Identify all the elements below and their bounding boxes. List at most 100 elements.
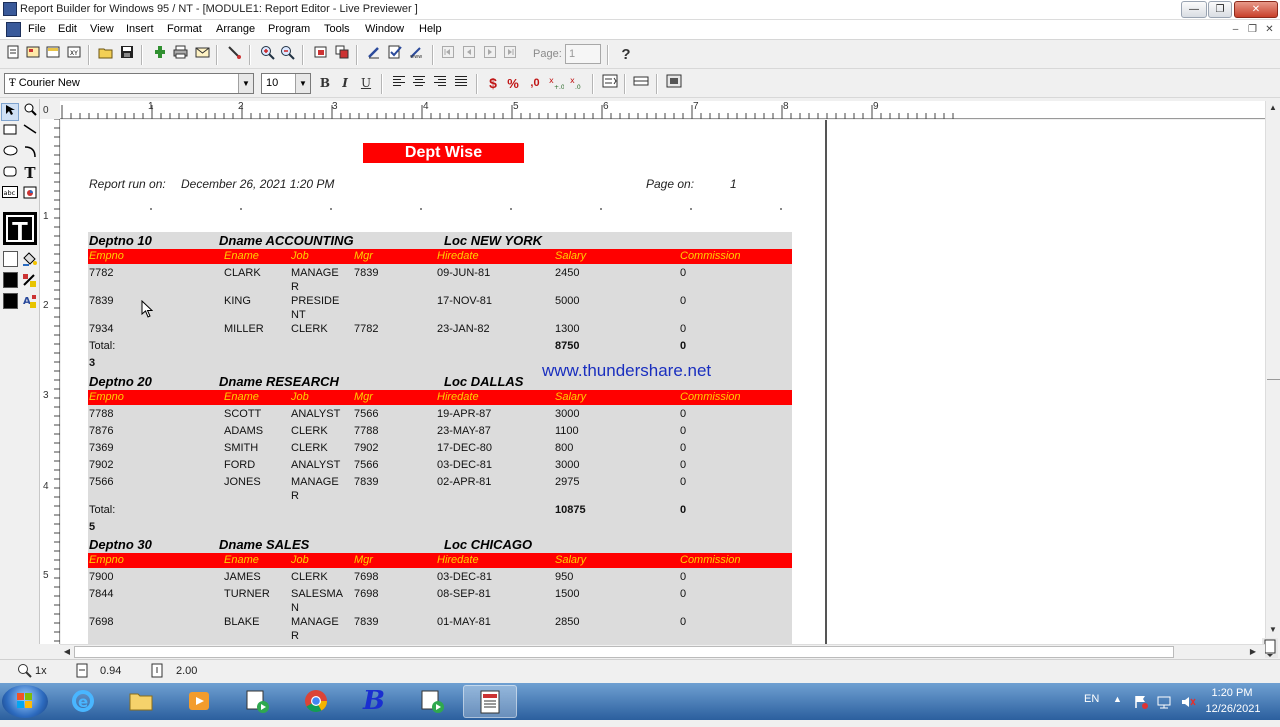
scroll-thumb[interactable] — [1267, 379, 1280, 383]
run-report-icon[interactable] — [150, 45, 170, 65]
menu-arrange[interactable]: Arrange — [216, 23, 255, 35]
menu-program[interactable]: Program — [268, 23, 310, 35]
group-loc[interactable]: Loc CHICAGO — [444, 537, 532, 552]
mdi-close-button[interactable]: ✕ — [1262, 23, 1277, 37]
rounded-rectangle-icon[interactable] — [1, 165, 19, 183]
cut-icon[interactable] — [224, 45, 244, 65]
taskbar-chrome-icon[interactable] — [289, 685, 343, 718]
remove-decimal-icon[interactable]: x .0 — [567, 74, 587, 94]
justify-icon[interactable] — [451, 74, 471, 94]
network-icon[interactable] — [1156, 694, 1172, 710]
group-deptno[interactable]: Deptno 30 — [89, 537, 152, 552]
chevron-down-icon[interactable]: ▼ — [295, 74, 310, 93]
first-page-icon[interactable] — [438, 45, 458, 65]
menu-window[interactable]: Window — [365, 23, 404, 35]
language-indicator[interactable]: EN — [1084, 693, 1099, 705]
pencil-edit-icon[interactable] — [364, 45, 384, 65]
next-page-icon[interactable] — [480, 45, 500, 65]
menu-view[interactable]: View — [90, 23, 114, 35]
chart-tool-icon[interactable] — [21, 186, 39, 204]
menu-format[interactable]: Format — [167, 23, 202, 35]
maximize-button[interactable]: ❐ — [1208, 1, 1232, 18]
start-button[interactable] — [2, 685, 48, 718]
print-icon[interactable] — [170, 45, 190, 65]
percent-format-button[interactable]: % — [503, 74, 523, 94]
scroll-left-icon[interactable]: ◀ — [62, 647, 72, 657]
bring-forward-icon[interactable] — [332, 45, 352, 65]
open-folder-icon[interactable] — [95, 45, 115, 65]
group-loc[interactable]: Loc NEW YORK — [444, 233, 542, 248]
scroll-thumb[interactable] — [74, 646, 1174, 658]
select-parent-frame-icon[interactable] — [311, 45, 331, 65]
group-dname[interactable]: Dname RESEARCH — [219, 374, 339, 389]
flag-icon[interactable] — [1133, 694, 1149, 710]
parameter-form-icon[interactable]: XY — [64, 45, 84, 65]
scroll-down-icon[interactable]: ▼ — [1268, 625, 1278, 635]
align-left-icon[interactable] — [389, 74, 409, 94]
menu-file[interactable]: File — [28, 23, 46, 35]
previous-page-icon[interactable] — [459, 45, 479, 65]
mdi-minimize-button[interactable]: – — [1228, 23, 1243, 37]
document-icon[interactable] — [6, 22, 21, 37]
line-icon[interactable] — [21, 123, 39, 141]
clock-time[interactable]: 1:20 PM — [1210, 687, 1254, 699]
underline-button[interactable]: U — [356, 74, 376, 94]
taskbar-media-icon[interactable] — [172, 685, 226, 718]
check-report-icon[interactable] — [385, 45, 405, 65]
report-title[interactable]: Dept Wise — [363, 143, 524, 163]
group-loc[interactable]: Loc DALLAS — [444, 374, 523, 389]
group-dname[interactable]: Dname ACCOUNTING — [219, 233, 354, 248]
chevron-down-icon[interactable]: ▼ — [238, 74, 253, 93]
zoom-out-icon[interactable] — [277, 45, 297, 65]
text-color-icon[interactable]: A — [21, 293, 38, 309]
save-icon[interactable] — [117, 45, 137, 65]
bold-button[interactable]: B — [315, 74, 335, 94]
fill-color-swatch[interactable] — [3, 251, 18, 267]
close-button[interactable]: ✕ — [1234, 1, 1278, 18]
taskbar-active-app-icon[interactable] — [463, 685, 517, 718]
vertical-scrollbar[interactable]: ▲ ▼ — [1265, 101, 1280, 644]
text-color-swatch[interactable] — [3, 293, 18, 309]
taskbar-app2-icon[interactable] — [405, 685, 459, 718]
line-color-swatch[interactable] — [3, 272, 18, 288]
data-model-icon[interactable] — [23, 45, 43, 65]
horizontal-scrollbar[interactable]: ◀ ▶ — [60, 644, 1265, 659]
magnify-icon[interactable] — [21, 103, 39, 121]
last-page-icon[interactable] — [500, 45, 520, 65]
minimize-button[interactable]: — — [1181, 1, 1207, 18]
menu-edit[interactable]: Edit — [58, 23, 77, 35]
taskbar-ie-icon[interactable]: e — [56, 685, 110, 718]
align-right-icon[interactable] — [430, 74, 450, 94]
scroll-right-icon[interactable]: ▶ — [1248, 647, 1258, 657]
page-number-input[interactable]: 1 — [565, 44, 601, 64]
tray-expand-icon[interactable]: ▲ — [1113, 694, 1122, 704]
new-icon[interactable] — [3, 45, 23, 65]
clock-date[interactable]: 12/26/2021 — [1203, 703, 1263, 715]
group-deptno[interactable]: Deptno 10 — [89, 233, 152, 248]
layout-model-icon[interactable] — [43, 45, 63, 65]
taskbar-app-icon[interactable] — [230, 685, 284, 718]
taskbar-explorer-icon[interactable] — [114, 685, 168, 718]
mail-icon[interactable] — [192, 45, 212, 65]
select-arrow-icon[interactable] — [1, 103, 19, 121]
web-preview-icon[interactable]: www — [406, 45, 426, 65]
group-deptno[interactable]: Deptno 20 — [89, 374, 152, 389]
group-dname[interactable]: Dname SALES — [219, 537, 309, 552]
font-name-select[interactable]: Ŧ Courier New ▼ — [4, 73, 254, 94]
zoom-in-icon[interactable] — [257, 45, 277, 65]
text-tool-icon[interactable]: T — [21, 165, 39, 183]
help-icon[interactable]: ? — [616, 45, 636, 65]
ellipse-icon[interactable] — [1, 144, 19, 162]
scroll-up-icon[interactable]: ▲ — [1268, 103, 1278, 113]
line-spacing-icon[interactable] — [600, 74, 620, 94]
align-center-icon[interactable] — [409, 74, 429, 94]
frame-icon[interactable] — [631, 74, 651, 94]
field-icon[interactable]: abc — [1, 186, 19, 204]
comma-format-button[interactable]: ,0 — [525, 74, 545, 94]
taskbar-report-builder-icon[interactable]: B — [347, 685, 401, 718]
arc-icon[interactable] — [21, 144, 39, 162]
menu-insert[interactable]: Insert — [126, 23, 154, 35]
rectangle-icon[interactable] — [1, 123, 19, 141]
menu-help[interactable]: Help — [419, 23, 442, 35]
currency-format-button[interactable]: $ — [483, 74, 503, 94]
